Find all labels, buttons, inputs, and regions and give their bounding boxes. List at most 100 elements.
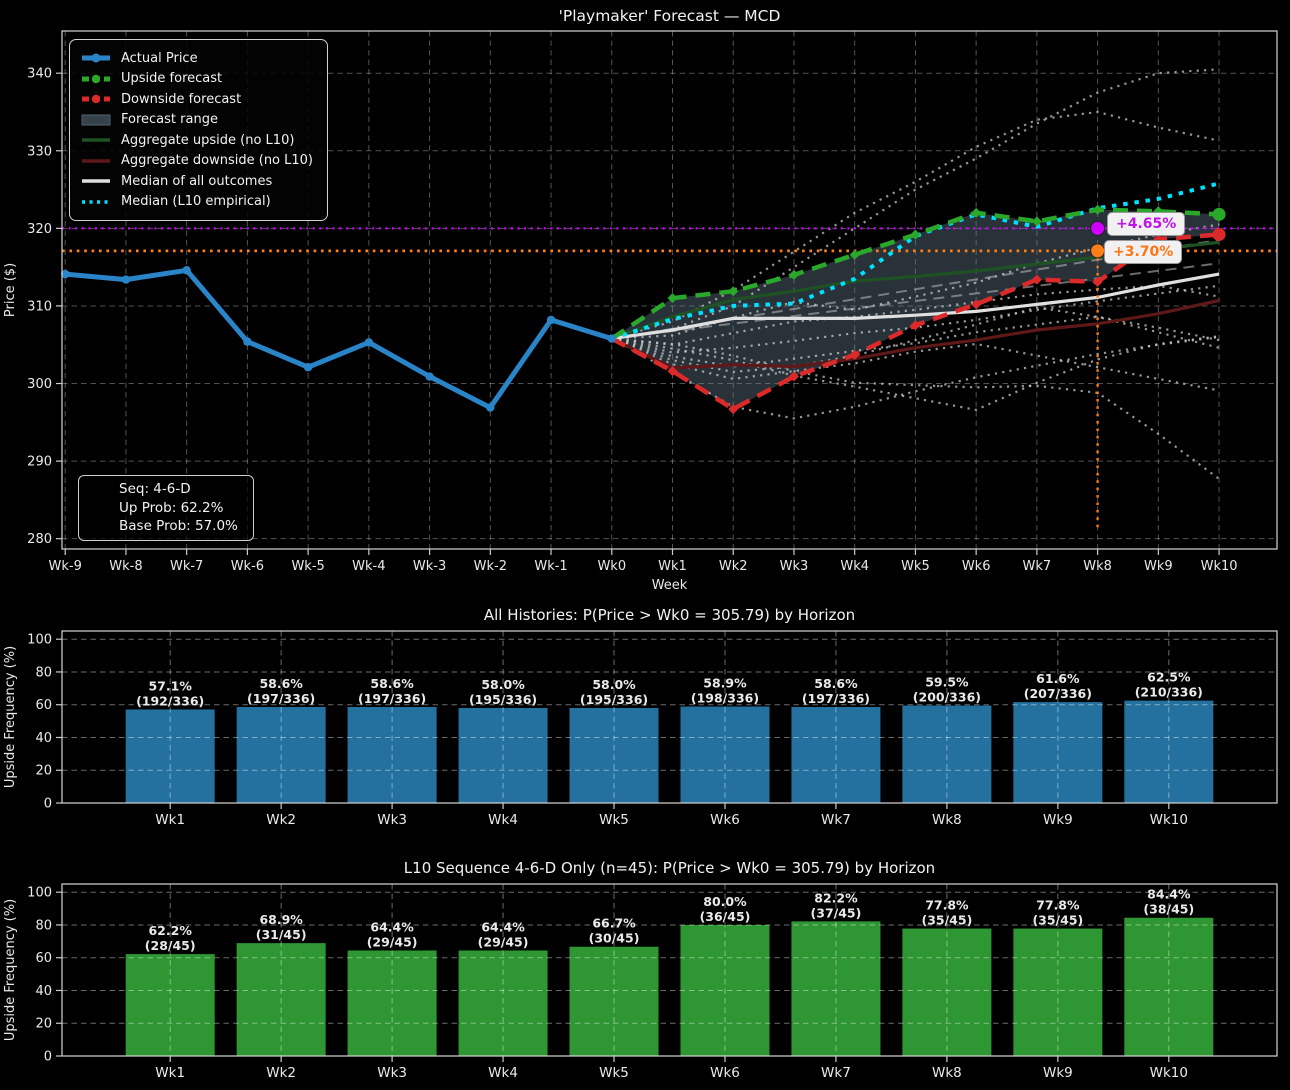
svg-text:57.1%: 57.1% <box>148 678 192 693</box>
svg-text:Wk4: Wk4 <box>840 559 869 574</box>
svg-text:Wk5: Wk5 <box>901 559 930 574</box>
svg-text:Wk9: Wk9 <box>1144 559 1173 574</box>
svg-text:(195/336): (195/336) <box>469 692 537 707</box>
svg-text:82.2%: 82.2% <box>814 890 858 905</box>
legend-label: Upside forecast <box>121 71 223 87</box>
svg-text:Price ($): Price ($) <box>3 263 18 317</box>
legend-swatch-agg_up <box>82 138 110 142</box>
svg-text:20: 20 <box>35 764 52 779</box>
svg-text:80: 80 <box>35 918 52 933</box>
svg-text:(30/45): (30/45) <box>589 931 640 946</box>
svg-text:Wk2: Wk2 <box>266 812 296 828</box>
legend-label: Median (L10 empirical) <box>121 194 271 210</box>
svg-text:280: 280 <box>27 532 52 547</box>
annotation-upside-pct: +4.65% <box>1107 212 1186 236</box>
sequence-info-box: Seq: 4-6-D Up Prob: 62.2% Base Prob: 57.0% <box>78 475 254 541</box>
svg-text:(36/45): (36/45) <box>700 909 751 924</box>
svg-text:58.6%: 58.6% <box>370 676 414 691</box>
svg-text:Wk9: Wk9 <box>1043 812 1073 828</box>
svg-text:(29/45): (29/45) <box>478 935 529 950</box>
info-box-line: Up Prob: 62.2% <box>119 499 224 516</box>
svg-text:Wk-4: Wk-4 <box>352 559 385 574</box>
top-chart-title: 'Playmaker' Forecast — MCD <box>558 7 781 25</box>
legend-label: Aggregate upside (no L10) <box>121 132 295 148</box>
svg-text:330: 330 <box>27 144 52 159</box>
svg-text:Wk2: Wk2 <box>266 1065 296 1081</box>
svg-text:Wk0: Wk0 <box>597 559 626 574</box>
legend-swatch-median_l10 <box>82 200 110 204</box>
svg-text:Wk10: Wk10 <box>1201 559 1238 574</box>
legend-item-actual: Actual Price <box>80 48 313 69</box>
svg-text:0: 0 <box>44 1050 52 1065</box>
svg-text:340: 340 <box>27 67 52 82</box>
svg-text:(198/336): (198/336) <box>691 691 759 706</box>
annotation-downside-pct: +3.70% <box>1104 240 1183 264</box>
svg-text:Wk-2: Wk-2 <box>474 559 507 574</box>
svg-text:60: 60 <box>35 951 52 966</box>
svg-text:100: 100 <box>27 886 52 901</box>
svg-text:(192/336): (192/336) <box>136 693 204 708</box>
svg-text:Wk6: Wk6 <box>710 812 740 828</box>
mid-chart-title: All Histories: P(Price > Wk0 = 305.79) b… <box>483 606 856 624</box>
svg-text:(28/45): (28/45) <box>145 938 196 953</box>
svg-text:(35/45): (35/45) <box>1032 913 1083 928</box>
legend-swatch-downside <box>82 95 110 104</box>
svg-text:(197/336): (197/336) <box>802 691 870 706</box>
svg-text:Wk-5: Wk-5 <box>291 559 324 574</box>
svg-text:Wk10: Wk10 <box>1150 812 1188 828</box>
bot-chart-title: L10 Sequence 4-6-D Only (n=45): P(Price … <box>403 859 936 877</box>
svg-text:Wk-7: Wk-7 <box>170 559 203 574</box>
svg-text:(195/336): (195/336) <box>580 692 648 707</box>
legend-label: Downside forecast <box>121 91 242 107</box>
svg-text:Wk3: Wk3 <box>780 559 809 574</box>
legend-label: Aggregate downside (no L10) <box>121 153 313 169</box>
svg-text:Wk1: Wk1 <box>155 1065 185 1081</box>
svg-text:Wk-9: Wk-9 <box>49 559 82 574</box>
legend-item-range: Forecast range <box>80 110 313 131</box>
svg-text:Wk4: Wk4 <box>488 1065 518 1081</box>
svg-text:(37/45): (37/45) <box>811 905 862 920</box>
legend-item-agg_up: Aggregate upside (no L10) <box>80 130 313 151</box>
svg-text:100: 100 <box>27 633 52 648</box>
svg-text:0: 0 <box>44 797 52 812</box>
svg-text:300: 300 <box>27 377 52 392</box>
svg-text:310: 310 <box>27 299 52 314</box>
svg-text:Wk1: Wk1 <box>155 812 185 828</box>
svg-text:Wk-1: Wk-1 <box>534 559 567 574</box>
svg-text:290: 290 <box>27 455 52 470</box>
svg-text:62.5%: 62.5% <box>1147 670 1191 685</box>
svg-text:(200/336): (200/336) <box>913 690 981 705</box>
svg-text:40: 40 <box>35 984 52 999</box>
svg-text:Wk-8: Wk-8 <box>109 559 142 574</box>
svg-text:Wk1: Wk1 <box>658 559 687 574</box>
svg-text:Wk5: Wk5 <box>599 1065 629 1081</box>
legend-swatch-range <box>81 114 111 126</box>
legend-label: Forecast range <box>121 112 218 128</box>
svg-text:(35/45): (35/45) <box>922 913 973 928</box>
svg-text:58.9%: 58.9% <box>703 676 747 691</box>
svg-text:Wk-6: Wk-6 <box>231 559 264 574</box>
svg-text:Wk6: Wk6 <box>962 559 991 574</box>
svg-text:320: 320 <box>27 222 52 237</box>
all-histories-panel: 0 20 40 60 80 100 Wk1 Wk2 Wk3 Wk4 Wk5 Wk6 Wk7 Wk8 Wk9 W… <box>0 600 1290 845</box>
legend: Actual Price Upside forecast Downside fore… <box>69 39 328 221</box>
forecast-panel: 280 290 300 310 320 330 340 Wk-9 Wk-8 Wk-7 Wk-6 Wk-… <box>0 0 1290 600</box>
svg-text:(197/336): (197/336) <box>247 691 315 706</box>
svg-text:(38/45): (38/45) <box>1143 902 1194 917</box>
svg-text:Upside Frequency (%): Upside Frequency (%) <box>3 899 18 1041</box>
svg-text:Wk3: Wk3 <box>377 1065 407 1081</box>
legend-swatch-median_all <box>82 179 110 183</box>
svg-text:64.4%: 64.4% <box>370 920 414 935</box>
svg-text:Wk6: Wk6 <box>710 1065 740 1081</box>
svg-text:Upside Frequency (%): Upside Frequency (%) <box>3 646 18 788</box>
svg-text:(210/336): (210/336) <box>1135 685 1203 700</box>
legend-label: Median of all outcomes <box>121 173 273 189</box>
svg-text:64.4%: 64.4% <box>481 920 525 935</box>
info-box-line: Base Prob: 57.0% <box>119 518 238 534</box>
svg-text:58.0%: 58.0% <box>481 677 525 692</box>
svg-text:60: 60 <box>35 698 52 713</box>
l10-sequence-panel: 0 20 40 60 80 100 Wk1 Wk2 Wk3 Wk4 Wk5 Wk6 Wk7 Wk8 Wk9 W… <box>0 845 1290 1090</box>
svg-text:Wk10: Wk10 <box>1150 1065 1188 1081</box>
svg-text:Wk7: Wk7 <box>821 812 851 828</box>
legend-item-agg_down: Aggregate downside (no L10) <box>80 151 313 172</box>
